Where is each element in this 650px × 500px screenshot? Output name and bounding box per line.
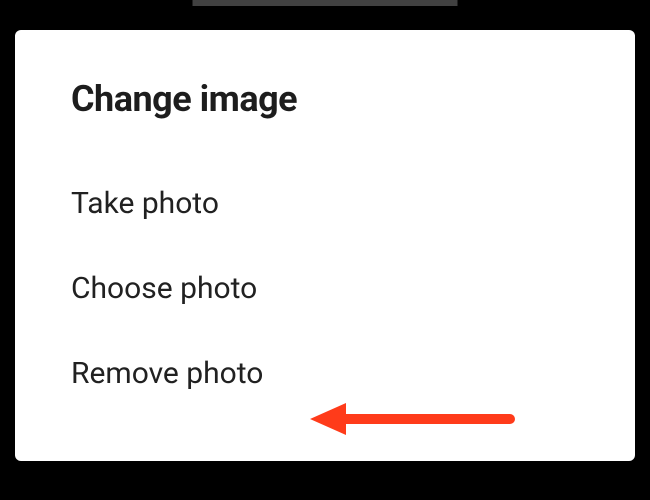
handle-bar [193, 0, 458, 6]
option-choose-photo[interactable]: Choose photo [71, 249, 585, 328]
change-image-dialog: Change image Take photo Choose photo Rem… [15, 30, 635, 461]
option-take-photo[interactable]: Take photo [71, 164, 585, 243]
dialog-title: Change image [71, 78, 585, 120]
option-remove-photo[interactable]: Remove photo [71, 334, 585, 413]
